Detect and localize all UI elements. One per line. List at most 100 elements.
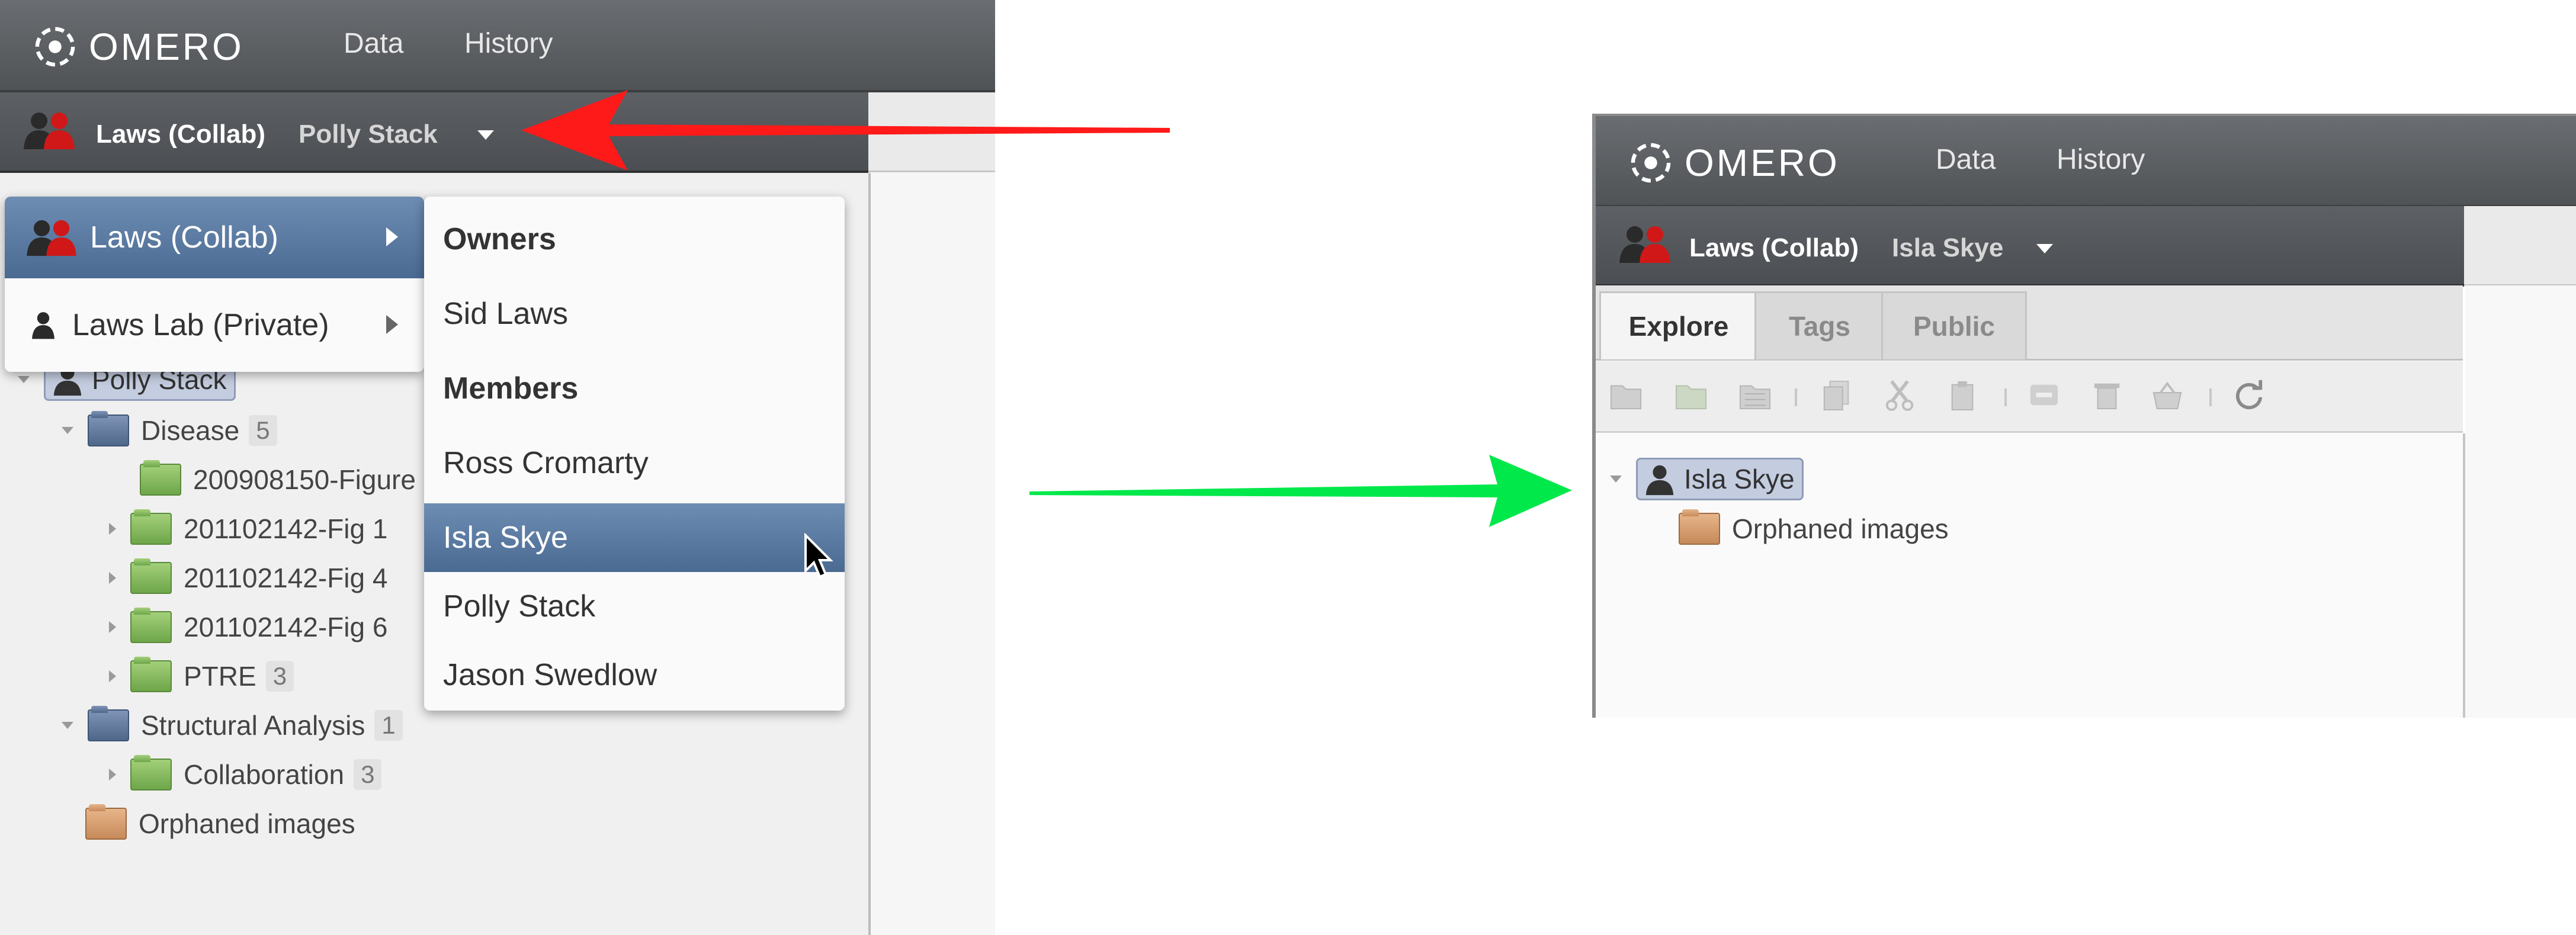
groupbar-filler xyxy=(2464,206,2576,286)
nav-data-link[interactable]: Data xyxy=(1936,143,1996,176)
user-icon xyxy=(32,312,54,339)
group-icon xyxy=(27,220,76,256)
data-tree: Isla Skye Orphaned images xyxy=(1596,433,2465,718)
group-icon xyxy=(1619,226,1670,263)
member-item-ross-cromarty[interactable]: Ross Cromarty xyxy=(424,429,845,497)
top-navbar: OMERO Data History xyxy=(1596,116,2576,207)
new-project-icon[interactable] xyxy=(1609,379,1643,411)
logo-text: OMERO xyxy=(1685,142,1840,184)
dataset-folder-icon xyxy=(130,558,172,594)
group-dropdown-menu: Laws (Collab) Laws Lab (Private) xyxy=(5,197,424,372)
orphaned-label: Orphaned images xyxy=(1732,513,1949,544)
tree-orphaned-node[interactable]: Orphaned images xyxy=(1679,508,1949,550)
member-item-jason-swedlow[interactable]: Jason Swedlow xyxy=(424,641,845,709)
dataset-label: 201102142-Fig 4 xyxy=(184,563,388,593)
menu-item-group-private[interactable]: Laws Lab (Private) xyxy=(5,284,424,366)
expand-toggle-icon[interactable] xyxy=(62,427,73,434)
nav-history-link[interactable]: History xyxy=(464,27,553,60)
menu-item-group-collab[interactable]: Laws (Collab) xyxy=(5,197,424,278)
omero-logo[interactable]: OMERO xyxy=(1625,137,1840,188)
expand-toggle-icon[interactable] xyxy=(109,572,116,584)
dataset-folder-icon xyxy=(140,460,181,496)
expand-toggle-icon[interactable] xyxy=(109,670,116,682)
refresh-icon[interactable] xyxy=(2232,379,2266,411)
expand-toggle-icon[interactable] xyxy=(109,621,116,633)
dataset-label: 201102142-Fig 1 xyxy=(184,513,388,544)
new-dataset-icon[interactable] xyxy=(1674,379,1708,411)
nav-data-link[interactable]: Data xyxy=(344,27,403,60)
orphaned-label: Orphaned images xyxy=(139,808,355,839)
orphaned-folder-icon xyxy=(85,804,127,840)
paste-icon[interactable] xyxy=(1945,379,1980,411)
submenu-arrow-icon xyxy=(386,227,398,246)
submenu-arrow-icon xyxy=(386,315,398,334)
member-item-isla-skye[interactable]: Isla Skye xyxy=(424,503,845,572)
tree-dataset-node[interactable]: 201102142-Fig 6 xyxy=(109,606,387,648)
tree-dataset-node[interactable]: 201102142-Fig 1 xyxy=(109,508,387,550)
omero-logo[interactable]: OMERO xyxy=(30,21,244,72)
expand-toggle-icon[interactable] xyxy=(109,769,116,780)
red-arrow-icon xyxy=(521,90,1170,171)
omero-logo-icon xyxy=(1631,143,1671,183)
tree-dataset-node[interactable]: Collaboration 3 xyxy=(109,754,382,795)
center-panel-blank xyxy=(2465,285,2576,718)
menu-item-label: Laws Lab (Private) xyxy=(72,308,329,342)
toolbar-separator xyxy=(2004,388,2007,406)
group-name: Laws (Collab) xyxy=(1689,233,1859,262)
group-user-name: Polly Stack xyxy=(299,120,438,149)
tree-project-node[interactable]: Disease 5 xyxy=(62,410,277,451)
tree-user-label: Isla Skye xyxy=(1684,464,1795,494)
delete-trash-icon[interactable] xyxy=(2090,379,2124,411)
expand-toggle-icon[interactable] xyxy=(1610,475,1622,483)
member-item-sid-laws[interactable]: Sid Laws xyxy=(424,279,845,348)
cut-icon[interactable] xyxy=(1882,379,1917,411)
expand-toggle-icon[interactable] xyxy=(109,523,116,535)
tree-dataset-node[interactable]: 201102142-Fig 4 xyxy=(109,557,387,599)
copy-icon[interactable] xyxy=(1820,379,1854,411)
group-name: Laws (Collab) xyxy=(96,120,266,149)
dataset-folder-icon xyxy=(130,509,172,545)
tab-public[interactable]: Public xyxy=(1881,291,2027,359)
tab-explore[interactable]: Explore xyxy=(1599,291,1758,359)
menu-item-label: Laws (Collab) xyxy=(90,220,278,255)
dataset-label: Collaboration xyxy=(184,759,345,790)
orphaned-folder-icon xyxy=(1679,509,1720,545)
toolbar-separator xyxy=(2209,388,2212,406)
child-count-badge: 3 xyxy=(265,661,294,692)
group-user-selector[interactable]: Laws (Collab) Isla Skye xyxy=(1596,206,2464,287)
nav-history-link[interactable]: History xyxy=(2057,143,2145,176)
group-icon xyxy=(24,113,75,149)
green-arrow-icon xyxy=(1029,455,1572,527)
tab-tags[interactable]: Tags xyxy=(1754,291,1885,359)
tree-dataset-node[interactable]: PTRE 3 xyxy=(109,656,294,697)
tree-dataset-node[interactable]: 200908150-Figure xyxy=(140,459,416,500)
members-heading: Members xyxy=(443,371,579,406)
chevron-down-icon[interactable] xyxy=(477,130,494,140)
member-item-polly-stack[interactable]: Polly Stack xyxy=(424,572,845,641)
user-icon xyxy=(1645,465,1674,496)
top-navbar: OMERO Data History xyxy=(0,0,995,92)
dataset-folder-icon xyxy=(130,657,172,692)
omero-logo-icon xyxy=(35,27,75,67)
tree-user-node[interactable]: Isla Skye xyxy=(1610,458,1804,500)
mouse-cursor-icon xyxy=(804,533,833,579)
chgrp-basket-icon[interactable] xyxy=(2150,379,2184,411)
tree-toolbar xyxy=(1596,361,2463,433)
dataset-label: 200908150-Figure xyxy=(193,464,416,495)
dataset-label: 201102142-Fig 6 xyxy=(184,612,388,642)
project-label: Structural Analysis xyxy=(141,710,365,741)
new-screen-icon[interactable] xyxy=(1738,379,1772,411)
dataset-label: PTRE xyxy=(184,661,256,692)
expand-toggle-icon[interactable] xyxy=(62,722,73,729)
chevron-down-icon[interactable] xyxy=(2036,244,2053,253)
owners-heading: Owners xyxy=(443,222,556,256)
right-screenshot-panel: OMERO Data History Laws (Collab) Isla Sk… xyxy=(1592,114,2576,718)
remove-icon[interactable] xyxy=(2027,379,2061,411)
toolbar-separator xyxy=(1795,388,1797,406)
project-folder-icon xyxy=(88,411,129,446)
tree-orphaned-node[interactable]: Orphaned images xyxy=(85,803,355,844)
group-members-submenu: Owners Sid Laws Members Ross Cromarty Is… xyxy=(424,197,845,711)
tree-project-node[interactable]: Structural Analysis 1 xyxy=(62,705,403,746)
expand-toggle-icon[interactable] xyxy=(18,376,30,383)
project-folder-icon xyxy=(88,706,129,741)
